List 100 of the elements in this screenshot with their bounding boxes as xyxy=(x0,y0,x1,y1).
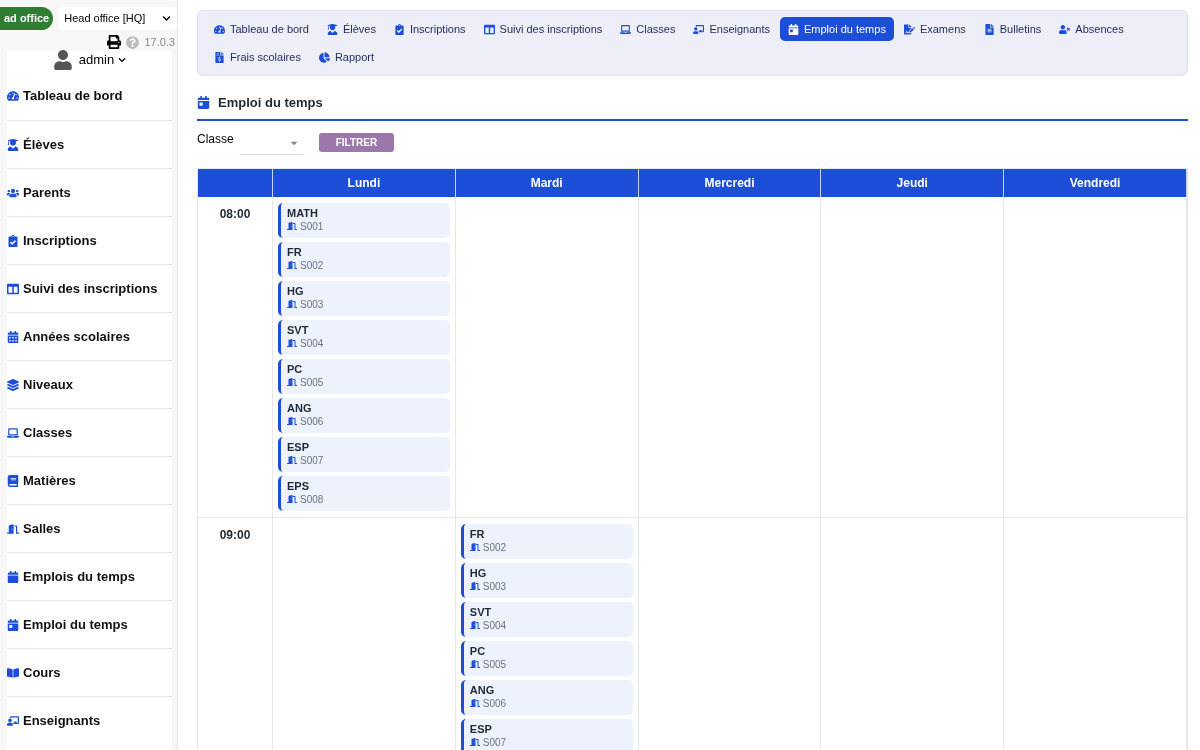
subject-label: HG xyxy=(469,565,487,580)
nav-tab[interactable]: Bulletins xyxy=(975,17,1050,41)
sidebar-item[interactable]: Emplois du temps xyxy=(7,552,172,600)
teacher-icon xyxy=(7,714,19,727)
room-label: S007 xyxy=(482,735,507,749)
sidebar-item[interactable]: Matières xyxy=(7,456,172,504)
day-header: Vendredi xyxy=(1004,168,1187,197)
nav-tab[interactable]: Rapport xyxy=(310,45,383,69)
branch-badge[interactable]: ad office xyxy=(0,7,54,30)
door-icon xyxy=(287,299,297,309)
dashboard-icon xyxy=(214,23,225,35)
lesson-card[interactable]: HG S003 xyxy=(460,562,633,598)
document-icon xyxy=(983,23,995,35)
time-label: 09:00 xyxy=(219,526,251,544)
time-label: 08:00 xyxy=(219,205,251,223)
day-header: Mercredi xyxy=(638,168,822,197)
room-label: S004 xyxy=(300,336,324,350)
clipboard-icon xyxy=(7,234,19,247)
class-label: Classe xyxy=(197,130,234,148)
lesson-card[interactable]: ANG S006 xyxy=(278,397,450,433)
dashboard-icon xyxy=(7,90,19,102)
sidebar-item[interactable]: Emploi du temps xyxy=(7,600,172,648)
sidebar-item[interactable]: Enseignants xyxy=(7,696,172,744)
lesson-card[interactable]: HG S003 xyxy=(278,280,450,316)
nav-tab[interactable]: Examens xyxy=(895,17,974,41)
lesson-card[interactable]: SVT S004 xyxy=(460,601,633,637)
nav-tab[interactable]: Enseignants xyxy=(685,17,778,41)
sidebar-item[interactable]: Salles xyxy=(7,504,172,552)
chevron-down-icon xyxy=(118,56,127,64)
door-icon xyxy=(469,542,480,552)
lesson-card[interactable]: PC S005 xyxy=(278,358,450,394)
calendar-icon xyxy=(7,618,19,631)
help-icon[interactable] xyxy=(126,35,140,49)
sidebar-item[interactable]: Parents xyxy=(7,168,172,216)
nav-tab[interactable]: Suivi des inscriptions xyxy=(475,17,611,41)
calendar-icon xyxy=(197,96,210,110)
room-label: S007 xyxy=(300,453,324,467)
nav-tab[interactable]: Frais scolaires xyxy=(206,45,309,69)
user-remove-icon xyxy=(1059,23,1071,35)
room-label: S008 xyxy=(300,492,324,506)
day-header: Lundi xyxy=(273,168,456,197)
lesson-card[interactable]: EPS S008 xyxy=(278,475,450,511)
room-label: S006 xyxy=(482,696,507,710)
subject-label: HG xyxy=(287,283,304,298)
sidebar-item[interactable]: Inscriptions xyxy=(7,216,172,264)
lesson-card[interactable]: FR S002 xyxy=(460,523,633,559)
open-book-icon xyxy=(7,666,19,679)
room-label: S005 xyxy=(300,375,324,389)
lesson-card[interactable]: ESP S007 xyxy=(460,718,633,750)
invoice-icon xyxy=(214,51,225,63)
nav-tab[interactable]: Élèves xyxy=(318,17,384,41)
laptop-icon xyxy=(620,23,632,35)
clipboard-icon xyxy=(393,23,405,35)
nav-tab[interactable]: Emploi du temps xyxy=(779,17,894,41)
book-icon xyxy=(7,474,19,487)
lesson-card[interactable]: PC S005 xyxy=(460,640,633,676)
subject-label: FR xyxy=(287,244,302,259)
laptop-icon xyxy=(7,426,19,439)
nav-tab[interactable]: Classes xyxy=(612,17,684,41)
lesson-card[interactable]: ANG S006 xyxy=(460,679,633,715)
subject-label: PC xyxy=(469,643,486,658)
door-icon xyxy=(287,416,297,426)
door-icon xyxy=(287,221,297,231)
page-title: Emploi du temps xyxy=(218,94,323,112)
door-icon xyxy=(469,698,480,708)
version-label: 17.0.3 xyxy=(144,34,175,50)
chevron-down-icon xyxy=(162,14,171,23)
filter-button[interactable]: FILTRER xyxy=(318,132,395,152)
lesson-card[interactable]: FR S002 xyxy=(278,241,450,277)
lesson-card[interactable]: SVT S004 xyxy=(278,319,450,355)
door-icon xyxy=(469,737,480,747)
print-icon[interactable] xyxy=(107,35,122,49)
day-header: Jeudi xyxy=(821,168,1005,197)
sidebar-item[interactable]: Suivi des inscriptions xyxy=(7,264,172,312)
door-icon xyxy=(469,620,480,630)
nav-tab[interactable]: Tableau de bord xyxy=(206,17,317,41)
day-header: Mardi xyxy=(455,168,639,197)
layers-icon xyxy=(7,378,19,391)
room-label: S001 xyxy=(300,219,324,233)
branch-select[interactable]: Head office [HQ] xyxy=(58,7,177,30)
sidebar-item[interactable]: Élèves xyxy=(7,120,172,168)
subject-label: ESP xyxy=(469,721,492,736)
room-label: S003 xyxy=(482,579,507,593)
sidebar-item[interactable]: Classes xyxy=(7,408,172,456)
calendar-icon xyxy=(7,330,19,343)
lesson-card[interactable]: MATH S001 xyxy=(278,202,450,238)
subject-label: ANG xyxy=(469,682,495,697)
subject-label: SVT xyxy=(287,322,309,337)
lesson-card[interactable]: ESP S007 xyxy=(278,436,450,472)
sidebar-item[interactable]: Cours xyxy=(7,648,172,696)
sidebar-item[interactable]: Niveaux xyxy=(7,360,172,408)
nav-tab[interactable]: Absences xyxy=(1051,17,1132,41)
user-menu[interactable]: admin xyxy=(78,50,127,70)
pen-document-icon xyxy=(903,23,915,35)
graduate-icon xyxy=(7,138,19,151)
sidebar-item[interactable]: Années scolaires xyxy=(7,312,172,360)
sidebar-item[interactable]: Tableau de bord xyxy=(7,72,172,120)
subject-label: ESP xyxy=(287,439,309,454)
teacher-icon xyxy=(693,23,705,35)
nav-tab[interactable]: Inscriptions xyxy=(385,17,474,41)
